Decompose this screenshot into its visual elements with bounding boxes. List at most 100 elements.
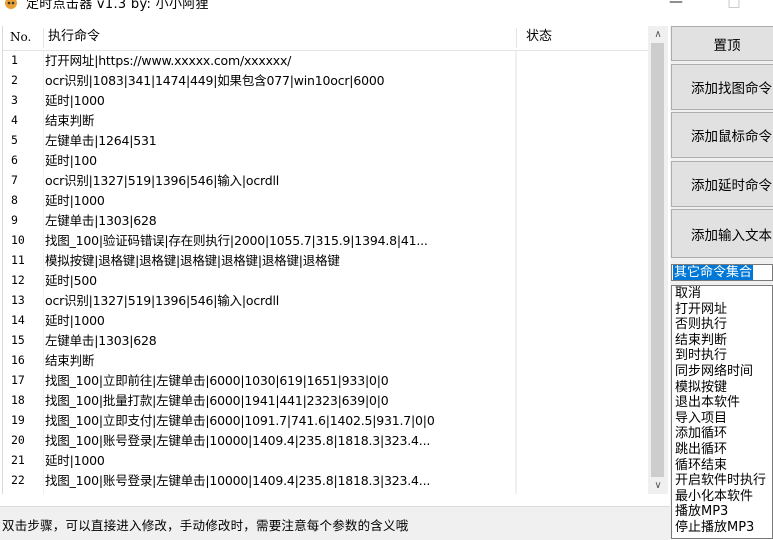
vertical-scrollbar[interactable]: ∧ ∨ [648,26,668,494]
table-row[interactable]: 15 左键单击|1303|628 [3,331,651,351]
row-number: 12 [11,273,25,287]
row-number: 18 [11,393,25,407]
add-find-image-button[interactable]: 添加找图命令 [671,64,773,110]
minimize-button[interactable]: — [653,0,699,16]
list-item[interactable]: 退出本软件 [675,396,740,409]
column-header-status[interactable]: 状态 [526,26,552,50]
table-row[interactable]: 19 找图_100|立即支付|左键单击|6000|1091.7|741.6|140… [3,411,651,431]
row-command: 结束判断 [45,113,95,128]
table-row[interactable]: 13 ocr识别|1327|519|1396|546|输入|ocrdll [3,291,651,311]
row-status [515,191,652,211]
row-status [515,331,652,351]
row-number: 14 [11,313,25,327]
row-number: 6 [11,153,18,167]
pin-top-button[interactable]: 置顶 [671,26,773,61]
list-item[interactable]: 打开网址 [675,303,727,316]
command-list[interactable]: No. 执行命令 状态 1 打开网址|https://www.xxxxx.com/… [2,26,669,494]
list-item[interactable]: 模拟按键 [675,381,727,394]
table-row[interactable]: 10 找图_100|验证码错误|存在则执行|2000|1055.7|315.9|1… [3,231,651,251]
row-number: 15 [11,333,25,347]
row-command: 找图_100|账号登录|左键单击|10000|1409.4|235.8|1818… [45,433,431,448]
column-header-command[interactable]: 执行命令 [48,26,100,50]
row-status [515,71,652,91]
add-input-text-button[interactable]: 添加输入文本 [671,209,773,258]
table-row[interactable]: 16 结束判断 [3,351,651,371]
table-row[interactable]: 1 打开网址|https://www.xxxxx.com/xxxxxx/ [3,51,651,71]
add-delay-button[interactable]: 添加延时命令 [671,161,773,207]
table-row[interactable]: 12 延时|500 [3,271,651,291]
row-status [515,411,652,431]
list-item[interactable]: 导入项目 [675,412,727,425]
row-status [515,251,652,271]
row-number: 3 [11,93,18,107]
row-command: ocr识别|1083|341|1474|449|如果包含077|win10ocr… [45,73,385,88]
row-number: 11 [11,253,25,267]
table-row[interactable]: 14 延时|1000 [3,311,651,331]
row-status [515,51,652,71]
list-item[interactable]: 取消 [675,287,701,300]
add-input-text-label: 添加输入文本 [691,227,772,244]
row-number: 21 [11,453,25,467]
list-item[interactable]: 最小化本软件 [675,490,753,503]
table-row[interactable]: 4 结束判断 [3,111,651,131]
scroll-up-arrow-icon[interactable]: ∧ [648,26,668,43]
table-row[interactable]: 延时 [3,491,651,494]
scroll-down-arrow-icon[interactable]: ∨ [648,477,668,494]
table-row[interactable]: 11 模拟按键|退格键|退格键|退格键|退格键|退格键|退格键 [3,251,651,271]
row-status [515,391,652,411]
table-row[interactable]: 7 ocr识别|1327|519|1396|546|输入|ocrdll [3,171,651,191]
other-commands-list[interactable]: 取消打开网址否则执行结束判断到时执行同步网络时间 模拟按键退出本软件导入项目添加循… [671,285,773,539]
list-item[interactable]: 添加循环 [675,427,727,440]
row-command: ocr识别|1327|519|1396|546|输入|ocrdll [45,293,279,308]
row-command: 延时|1000 [45,453,105,468]
list-item[interactable]: 同步网络时间 [675,365,753,378]
row-command: 结束判断 [45,353,95,368]
row-number: 8 [11,193,18,207]
table-row[interactable]: 6 延时|100 [3,151,651,171]
list-item[interactable]: 开启软件时执行 [675,474,766,487]
list-item[interactable]: 否则执行 [675,318,727,331]
row-number: 4 [11,113,18,127]
row-command: 延时|1000 [45,193,105,208]
list-item[interactable]: 播放MP3 [675,505,728,518]
column-header-no[interactable]: No. [10,26,31,50]
table-row[interactable]: 17 找图_100|立即前往|左键单击|6000|1030|619|1651|93… [3,371,651,391]
list-item[interactable]: 到时执行 [675,349,727,362]
row-command: 找图_100|验证码错误|存在则执行|2000|1055.7|315.9|139… [45,233,428,248]
list-item[interactable]: 结束判断 [675,334,727,347]
table-row[interactable]: 5 左键单击|1264|531 [3,131,651,151]
add-delay-label: 添加延时命令 [691,178,772,194]
row-status [515,451,652,471]
table-row[interactable]: 18 找图_100|批量打款|左键单击|6000|1941|441|2323|63… [3,391,651,411]
list-item[interactable]: 停止播放MP3 [675,521,754,534]
row-number: 5 [11,133,18,147]
row-status [515,491,652,494]
pin-top-label: 置顶 [713,37,741,54]
list-item[interactable]: 循环结束 [675,459,727,472]
table-row[interactable]: 22 找图_100|账号登录|左键单击|10000|1409.4|235.8|18… [3,471,651,491]
scrollbar-thumb[interactable] [651,43,664,477]
add-mouse-label: 添加鼠标命令 [691,129,772,145]
table-row[interactable]: 3 延时|1000 [3,91,651,111]
table-row[interactable]: 21 延时|1000 [3,451,651,471]
row-command: 打开网址|https://www.xxxxx.com/xxxxxx/ [45,53,292,68]
table-row[interactable]: 20 找图_100|账号登录|左键单击|10000|1409.4|235.8|18… [3,431,651,451]
row-status [515,231,652,251]
row-status [515,271,652,291]
list-item[interactable]: 跳出循环 [675,443,727,456]
combo-selected-value: 其它命令集合 [673,265,754,280]
maximize-button[interactable]: □ [711,0,757,16]
row-status [515,291,652,311]
row-command: 延时|1000 [45,93,105,108]
row-command: 延时|1000 [45,313,105,328]
table-row[interactable]: 2 ocr识别|1083|341|1474|449|如果包含077|win10oc… [3,71,651,91]
other-commands-combo[interactable]: 其它命令集合 [671,264,773,281]
add-mouse-button[interactable]: 添加鼠标命令 [671,112,773,158]
row-command: 找图_100|立即前往|左键单击|6000|1030|619|1651|933|… [45,373,389,388]
row-status [515,471,652,491]
header-separator [43,28,44,48]
row-command: ocr识别|1327|519|1396|546|输入|ocrdll [45,173,279,188]
table-row[interactable]: 8 延时|1000 [3,191,651,211]
row-status [515,211,652,231]
table-row[interactable]: 9 左键单击|1303|628 [3,211,651,231]
